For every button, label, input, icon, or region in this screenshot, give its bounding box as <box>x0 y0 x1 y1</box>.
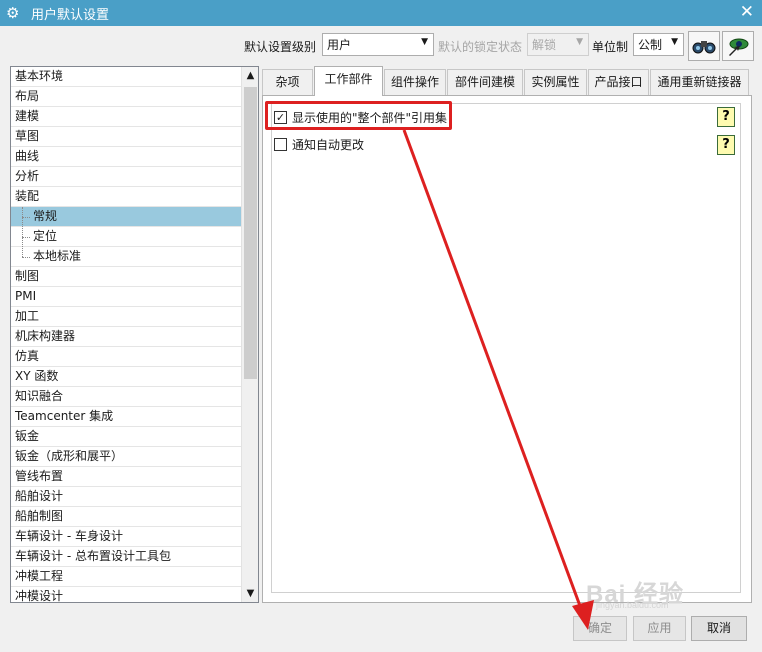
tab-item[interactable]: 产品接口 <box>588 69 649 95</box>
tree-item[interactable]: 仿真 <box>11 347 242 367</box>
tab-item[interactable]: 通用重新链接器 <box>650 69 749 95</box>
units-label: 单位制 <box>592 40 629 54</box>
tree-item[interactable]: 装配 <box>11 187 242 207</box>
find-in-dialog-button[interactable] <box>722 31 754 61</box>
scroll-thumb[interactable] <box>244 87 257 379</box>
tab-item[interactable]: 工作部件 <box>314 66 383 96</box>
whole-part-refset-label: 显示使用的"整个部件"引用集 <box>292 110 448 125</box>
category-tree[interactable]: 基本环境 布局 建模 草图 曲线 分析 装配 常规 定位 本地标准 制图 PMI 加工 机床构建器 仿真 XY… <box>10 66 259 603</box>
units-select[interactable]: 公制 ▼ <box>633 33 684 56</box>
tree-subitem[interactable]: 定位 <box>11 227 242 247</box>
tree-connector <box>22 237 30 238</box>
notify-auto-change-checkbox[interactable] <box>274 137 287 151</box>
tree-connector <box>22 257 30 258</box>
tree-item[interactable]: 船舶制图 <box>11 507 242 527</box>
options-group: ✓ 显示使用的"整个部件"引用集 ? 通知自动更改 ? <box>271 103 741 593</box>
binoculars-icon <box>692 41 716 54</box>
tree-item[interactable]: 车辆设计 - 车身设计 <box>11 527 242 547</box>
tree-item[interactable]: 车辆设计 - 总布置设计工具包 <box>11 547 242 567</box>
whole-part-refset-checkbox[interactable]: ✓ <box>274 110 287 124</box>
chevron-down-icon: ▼ <box>671 37 678 47</box>
tree-item[interactable]: 冲模设计 <box>11 587 242 602</box>
tree-item[interactable]: 布局 <box>11 87 242 107</box>
tree-item[interactable]: 管线布置 <box>11 467 242 487</box>
lock-state-select: 解锁 ▼ <box>527 33 589 56</box>
default-level-select[interactable]: 用户 ▼ <box>322 33 434 56</box>
tree-item[interactable]: 知识融合 <box>11 387 242 407</box>
chevron-down-icon: ▼ <box>421 37 428 47</box>
apply-button[interactable]: 应用 <box>633 616 686 641</box>
tree-item[interactable]: 钣金 <box>11 427 242 447</box>
tree-item[interactable]: 加工 <box>11 307 242 327</box>
option-row-whole-part-refset[interactable]: ✓ 显示使用的"整个部件"引用集 <box>274 107 447 127</box>
ok-button[interactable]: 确定 <box>573 616 627 641</box>
tree-subitem[interactable]: 本地标准 <box>11 247 242 267</box>
tree-connector <box>22 207 23 257</box>
tab-item[interactable]: 实例属性 <box>524 69 587 95</box>
tree-item[interactable]: 冲模工程 <box>11 567 242 587</box>
tree-subitem[interactable]: 常规 <box>11 207 242 227</box>
window-title: 用户默认设置 <box>31 7 110 23</box>
baidu-watermark-url: jingyan.baidu.com <box>596 600 669 610</box>
eye-pointer-icon <box>729 38 749 56</box>
tree-scrollbar[interactable]: ▲ ▼ <box>241 67 258 602</box>
tree-connector <box>22 217 30 218</box>
tab-panel: ✓ 显示使用的"整个部件"引用集 ? 通知自动更改 ? <box>262 95 752 603</box>
tree-item[interactable]: 建模 <box>11 107 242 127</box>
search-defaults-button[interactable] <box>688 31 720 61</box>
chevron-down-icon: ▼ <box>576 37 583 47</box>
scroll-up-icon[interactable]: ▲ <box>242 67 258 84</box>
tab-item[interactable]: 部件间建模 <box>447 69 523 95</box>
title-bar: ⚙ 用户默认设置 ✕ <box>0 0 762 26</box>
tree-item[interactable]: 钣金（成形和展平） <box>11 447 242 467</box>
help-icon[interactable]: ? <box>717 135 735 155</box>
tree-item[interactable]: Teamcenter 集成 <box>11 407 242 427</box>
gear-icon: ⚙ <box>6 4 20 22</box>
tree-item[interactable]: 船舶设计 <box>11 487 242 507</box>
tab-item[interactable]: 杂项 <box>262 69 313 95</box>
tab-item[interactable]: 组件操作 <box>384 69 446 95</box>
cancel-button[interactable]: 取消 <box>691 616 747 641</box>
tree-item[interactable]: 基本环境 <box>11 67 242 87</box>
tree-item[interactable]: PMI <box>11 287 242 307</box>
lock-state-value: 解锁 <box>532 38 557 52</box>
default-level-label: 默认设置级别 <box>244 40 317 54</box>
tree-item[interactable]: 草图 <box>11 127 242 147</box>
help-icon[interactable]: ? <box>717 107 735 127</box>
tree-item[interactable]: 曲线 <box>11 147 242 167</box>
tree-item[interactable]: 制图 <box>11 267 242 287</box>
tree-item[interactable]: XY 函数 <box>11 367 242 387</box>
option-row-notify-auto-change[interactable]: 通知自动更改 <box>274 134 364 154</box>
lock-state-label: 默认的锁定状态 <box>438 40 523 54</box>
scroll-down-icon[interactable]: ▼ <box>242 585 258 602</box>
units-value: 公制 <box>638 38 663 52</box>
notify-auto-change-label: 通知自动更改 <box>292 137 365 152</box>
close-icon[interactable]: ✕ <box>740 2 754 22</box>
default-level-value: 用户 <box>327 38 352 52</box>
tree-item[interactable]: 分析 <box>11 167 242 187</box>
tree-item[interactable]: 机床构建器 <box>11 327 242 347</box>
